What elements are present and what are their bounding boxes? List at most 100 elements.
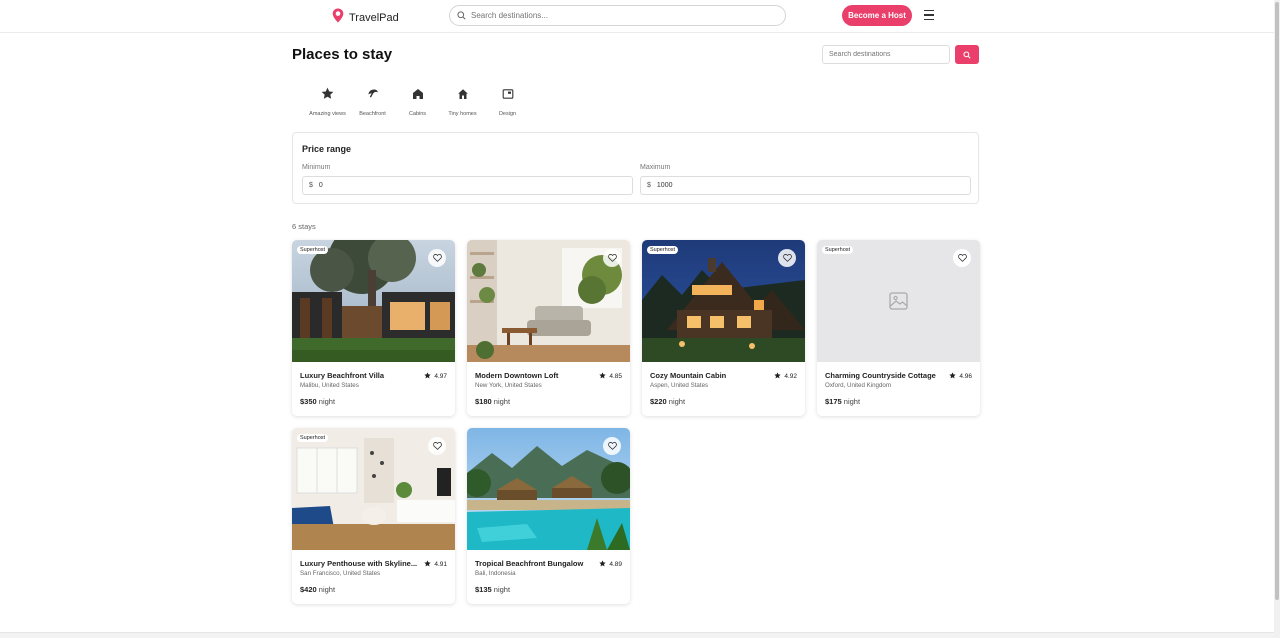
category-amazing-views[interactable]: Amazing views — [305, 87, 350, 117]
category-tiny-homes[interactable]: Tiny homes — [440, 87, 485, 117]
listing-card[interactable]: Tropical Beachfront Bungalow 4.89 Bali, … — [467, 428, 630, 604]
listing-price: $180 night — [475, 397, 510, 406]
listing-title[interactable]: Cozy Mountain Cabin — [650, 371, 768, 380]
listing-title[interactable]: Tropical Beachfront Bungalow — [475, 559, 593, 568]
price-unit: night — [843, 397, 861, 406]
listing-location: Malibu, United States — [300, 382, 359, 389]
category-beachfront[interactable]: Beachfront — [350, 87, 395, 117]
listing-rating: 4.97 — [424, 372, 447, 381]
price-amount: $220 — [650, 397, 667, 406]
listing-price: $220 night — [650, 397, 685, 406]
superhost-badge: Superhost — [647, 246, 679, 254]
listing-card[interactable]: Superhost Luxury Penthouse with Skyline.… — [292, 428, 455, 604]
brand-name: TravelPad — [349, 12, 399, 24]
heart-icon[interactable] — [428, 437, 446, 455]
maximum-label: Maximum — [640, 164, 671, 171]
category-label: Design — [498, 111, 517, 117]
brand-logo[interactable]: TravelPad — [332, 8, 399, 28]
listing-price: $420 night — [300, 585, 335, 594]
heart-icon[interactable] — [428, 249, 446, 267]
listing-price: $135 night — [475, 585, 510, 594]
star-icon — [949, 372, 956, 381]
heart-icon[interactable] — [603, 249, 621, 267]
minimum-price-value: 0 — [318, 182, 323, 189]
cabin-icon — [412, 87, 424, 105]
price-unit: night — [493, 397, 511, 406]
listing-location: Oxford, United Kingdom — [825, 382, 892, 389]
header-search-bar[interactable] — [449, 5, 786, 26]
design-icon — [502, 87, 514, 105]
currency-symbol: $ — [647, 182, 651, 189]
image-placeholder-icon — [889, 292, 908, 315]
page-title: Places to stay — [292, 46, 393, 63]
beach-icon — [367, 87, 379, 105]
heart-icon[interactable] — [953, 249, 971, 267]
maximum-price-input[interactable]: $ 1000 — [640, 176, 971, 195]
heart-icon[interactable] — [603, 437, 621, 455]
image-placeholder[interactable]: Superhost — [817, 240, 980, 362]
results-count: 6 stays — [292, 222, 316, 231]
scrollbar-thumb[interactable] — [1275, 2, 1279, 600]
listing-title[interactable]: Modern Downtown Loft — [475, 371, 593, 380]
heart-icon[interactable] — [778, 249, 796, 267]
listing-location: New York, United States — [475, 382, 542, 389]
loft-interior-photo[interactable] — [467, 240, 630, 362]
header-search-input[interactable] — [471, 11, 771, 20]
price-amount: $135 — [475, 585, 492, 594]
listing-price: $175 night — [825, 397, 860, 406]
top-navbar: TravelPad Become a Host — [0, 0, 1274, 33]
tropical-pool-photo[interactable] — [467, 428, 630, 550]
price-amount: $180 — [475, 397, 492, 406]
listing-location: San Francisco, United States — [300, 570, 381, 577]
listing-card[interactable]: Superhost Luxury Beachfront Villa 4.97 M… — [292, 240, 455, 416]
category-cabins[interactable]: Cabins — [395, 87, 440, 117]
listing-card[interactable]: Superhost Charming Countryside Cottage 4… — [817, 240, 980, 416]
listing-location: Bali, Indonesia — [475, 570, 516, 577]
price-amount: $175 — [825, 397, 842, 406]
listing-price: $350 night — [300, 397, 335, 406]
maximum-price-value: 1000 — [656, 182, 673, 189]
minimum-price-input[interactable]: $ 0 — [302, 176, 633, 195]
listing-rating: 4.96 — [949, 372, 972, 381]
listing-rating: 4.91 — [424, 560, 447, 569]
listing-title[interactable]: Luxury Beachfront Villa — [300, 371, 418, 380]
star-icon — [599, 560, 606, 569]
rating-value: 4.89 — [609, 561, 622, 568]
category-label: Beachfront — [359, 111, 386, 117]
search-icon — [457, 7, 466, 25]
category-design[interactable]: Design — [485, 87, 530, 117]
superhost-badge: Superhost — [297, 246, 329, 254]
listing-card[interactable]: Modern Downtown Loft 4.85 New York, Unit… — [467, 240, 630, 416]
price-unit: night — [318, 585, 336, 594]
currency-symbol: $ — [309, 182, 313, 189]
category-label: Cabins — [408, 111, 427, 117]
rating-value: 4.97 — [434, 373, 447, 380]
price-unit: night — [318, 397, 336, 406]
listing-rating: 4.92 — [774, 372, 797, 381]
listing-title[interactable]: Charming Countryside Cottage — [825, 371, 943, 380]
listing-title[interactable]: Luxury Penthouse with Skyline... — [300, 559, 418, 568]
price-range-title: Price range — [302, 144, 352, 154]
star-icon — [424, 372, 431, 381]
listing-card[interactable]: Superhost Cozy Mountain Cabin 4.92 Aspen… — [642, 240, 805, 416]
rating-value: 4.85 — [609, 373, 622, 380]
price-unit: night — [493, 585, 511, 594]
modern-house-photo[interactable]: Superhost — [292, 240, 455, 362]
cabin-night-photo[interactable]: Superhost — [642, 240, 805, 362]
destination-search-input[interactable] — [822, 45, 950, 64]
listing-location: Aspen, United States — [650, 382, 709, 389]
vertical-scrollbar[interactable] — [1274, 0, 1280, 638]
listing-rating: 4.89 — [599, 560, 622, 569]
price-unit: night — [668, 397, 686, 406]
rating-value: 4.96 — [959, 373, 972, 380]
price-amount: $350 — [300, 397, 317, 406]
hamburger-menu-icon[interactable] — [924, 9, 936, 21]
become-host-button[interactable]: Become a Host — [842, 5, 912, 26]
penthouse-interior-photo[interactable]: Superhost — [292, 428, 455, 550]
category-label: Tiny homes — [448, 111, 477, 117]
search-button[interactable] — [955, 45, 979, 64]
minimum-label: Minimum — [302, 164, 331, 171]
category-filter-bar: Amazing views Beachfront Cabins Tiny hom… — [305, 87, 530, 117]
price-amount: $420 — [300, 585, 317, 594]
star-icon — [321, 87, 334, 105]
